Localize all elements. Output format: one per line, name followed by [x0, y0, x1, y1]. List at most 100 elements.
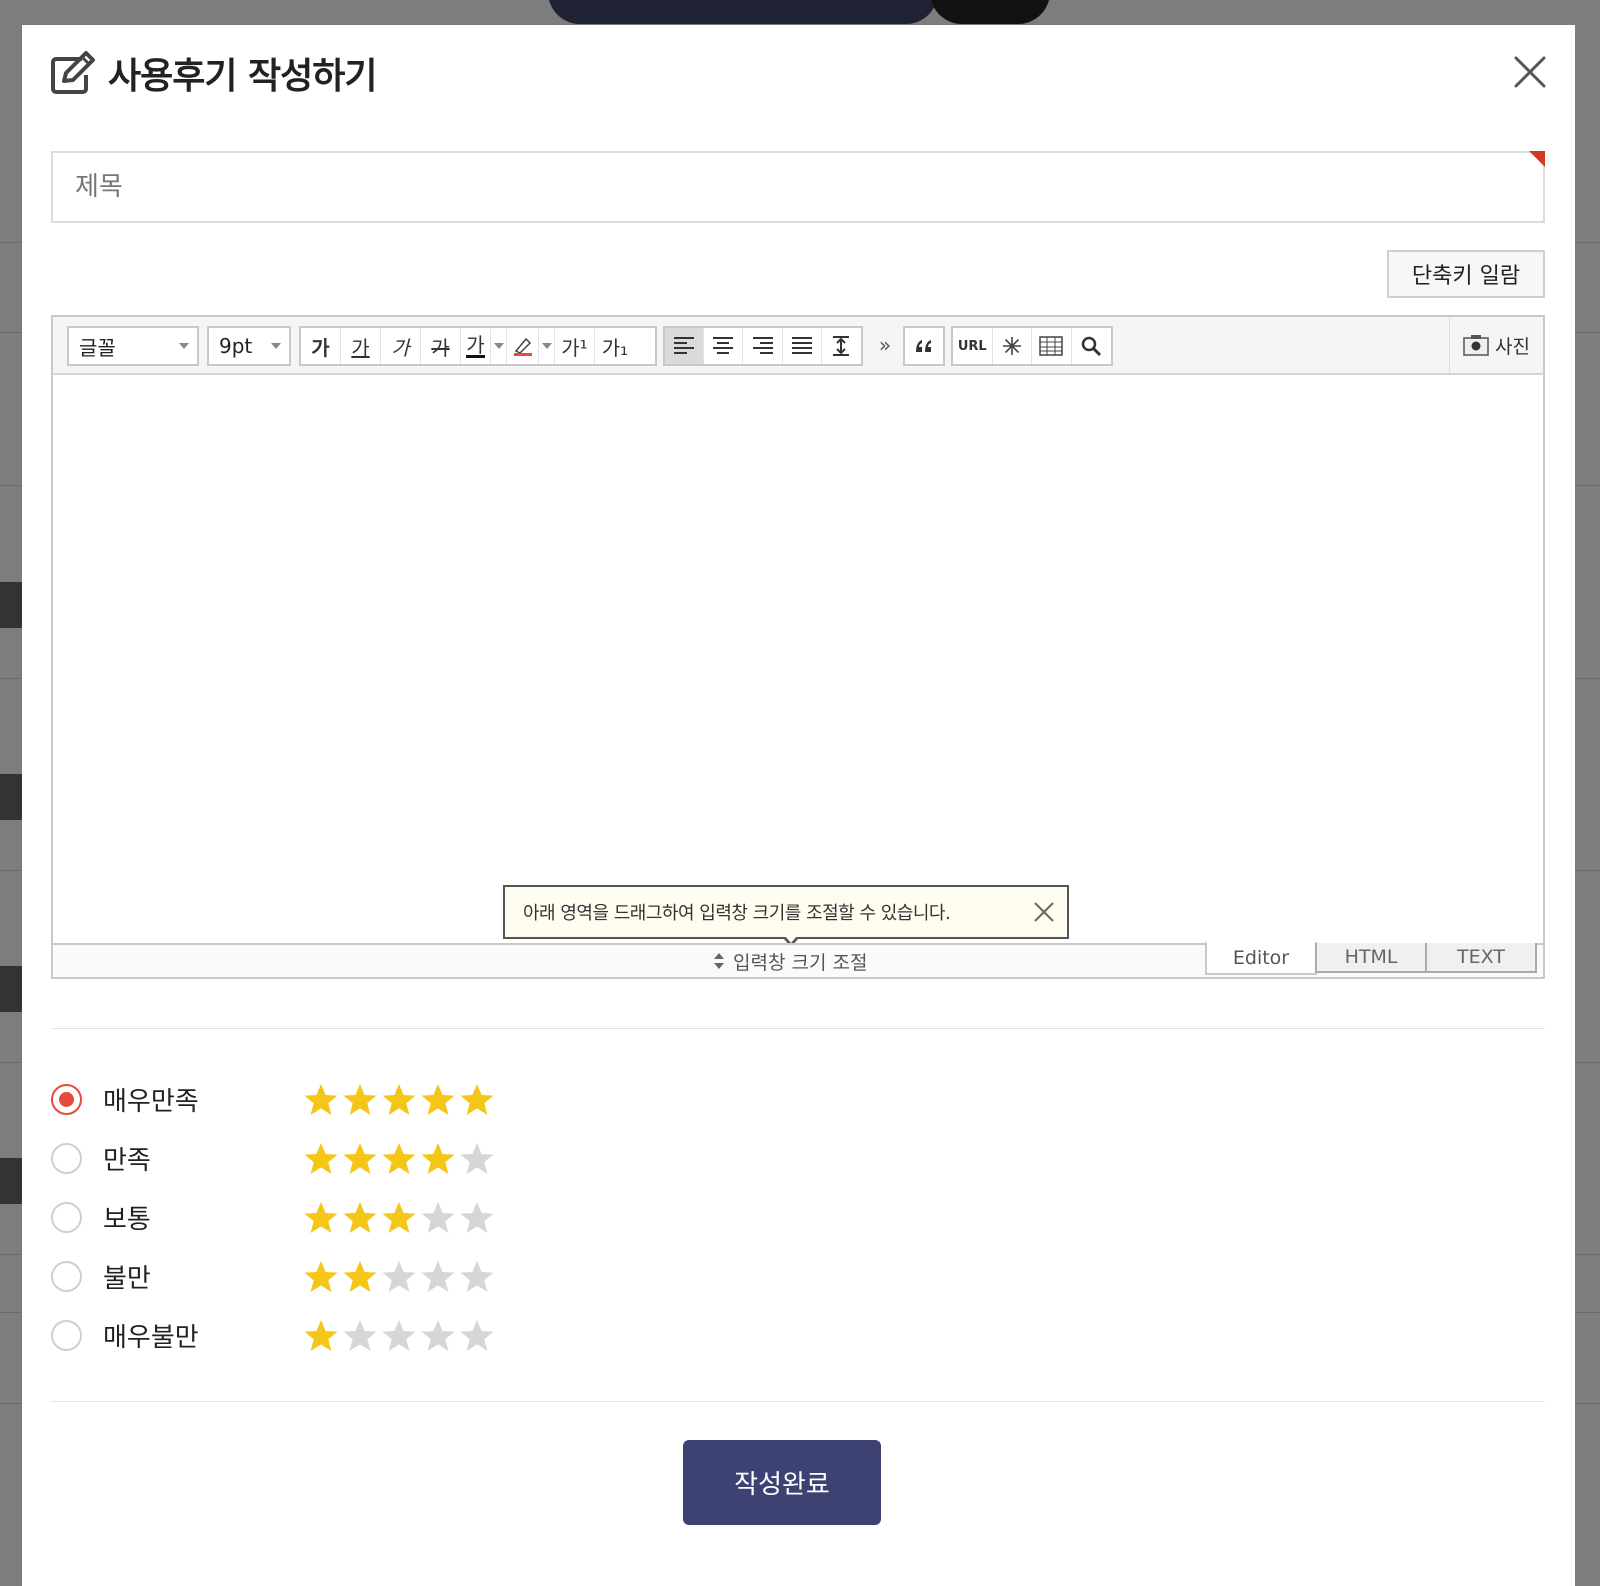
table-icon: [1039, 336, 1063, 356]
align-right-button[interactable]: [743, 328, 783, 364]
align-left-icon: [674, 337, 695, 354]
subscript-button[interactable]: 가₁: [595, 328, 635, 364]
modal-title: 사용후기 작성하기: [108, 56, 377, 97]
align-right-icon: [752, 337, 773, 354]
star-filled-icon: [460, 1083, 494, 1115]
resize-handle[interactable]: 입력창 크기 조절: [713, 947, 867, 975]
editor-mode-tabs: Editor HTML TEXT: [1205, 941, 1537, 977]
close-icon[interactable]: [1513, 55, 1547, 89]
star-empty-icon: [421, 1260, 455, 1292]
align-left-button[interactable]: [665, 328, 705, 364]
rating-label: 불만: [103, 1264, 151, 1294]
star-filled-icon: [304, 1142, 338, 1174]
search-icon: [1081, 336, 1102, 357]
special-char-button[interactable]: [993, 328, 1032, 364]
insert-group: URL: [951, 326, 1113, 366]
star-filled-icon: [304, 1083, 338, 1115]
modal-header: 사용후기 작성하기: [50, 49, 377, 97]
background-tab-pill-dark: [930, 0, 1050, 24]
tab-text[interactable]: TEXT: [1425, 943, 1537, 973]
align-center-icon: [713, 337, 734, 354]
photo-label: 사진: [1495, 335, 1530, 358]
star-empty-icon: [421, 1319, 455, 1351]
rating-label: 매우불만: [103, 1323, 199, 1353]
link-button[interactable]: URL: [953, 328, 993, 364]
star-rating: [303, 1082, 495, 1118]
star-empty-icon: [460, 1142, 494, 1174]
resize-tooltip: 아래 영역을 드래그하여 입력창 크기를 조절할 수 있습니다.: [503, 885, 1069, 947]
font-family-value: 글꼴: [79, 335, 116, 360]
rating-option[interactable]: 만족: [51, 1129, 495, 1188]
submit-button[interactable]: 작성완료: [683, 1440, 881, 1525]
star-filled-icon: [343, 1142, 377, 1174]
star-empty-icon: [460, 1201, 494, 1233]
section-divider: [51, 1401, 1545, 1402]
star-rating: [303, 1259, 495, 1295]
star-filled-icon: [304, 1319, 338, 1351]
underline-glyph: 가: [351, 335, 370, 360]
rating-label: 매우만족: [103, 1087, 199, 1117]
star-empty-icon: [382, 1260, 416, 1292]
required-marker: [1529, 151, 1545, 167]
rating-option[interactable]: 보통: [51, 1188, 495, 1247]
tab-editor[interactable]: Editor: [1205, 941, 1317, 975]
rating-options: 매우만족 만족 보통 불만 매우불만: [51, 1070, 495, 1365]
line-height-button[interactable]: [822, 328, 861, 364]
italic-button[interactable]: 가: [381, 328, 421, 364]
url-glyph: URL: [957, 338, 987, 354]
highlight-dropdown[interactable]: [539, 328, 555, 364]
photo-upload-button[interactable]: 사진: [1449, 317, 1543, 373]
quote-button[interactable]: [905, 328, 943, 364]
close-icon[interactable]: [1033, 901, 1055, 923]
line-height-icon: [833, 336, 850, 356]
star-filled-icon: [304, 1260, 338, 1292]
font-size-select[interactable]: 9pt: [207, 326, 291, 366]
rating-radio[interactable]: [51, 1261, 82, 1292]
editor-toolbar: 글꼴 9pt 가 가 가 가 가 가¹ 가₁ » URL 사진: [53, 317, 1543, 375]
align-center-button[interactable]: [704, 328, 744, 364]
highlighter-icon: [513, 337, 532, 356]
star-filled-icon: [343, 1260, 377, 1292]
highlight-button[interactable]: [507, 328, 539, 364]
font-color-dropdown[interactable]: [491, 328, 507, 364]
rating-option[interactable]: 매우불만: [51, 1306, 495, 1365]
tab-html[interactable]: HTML: [1315, 943, 1427, 973]
font-color-button[interactable]: 가: [461, 328, 491, 364]
background-block: [0, 1158, 22, 1204]
superscript-glyph: 가¹: [561, 335, 588, 360]
font-color-glyph: 가: [466, 332, 485, 358]
font-family-select[interactable]: 글꼴: [67, 326, 199, 366]
background-block: [0, 774, 22, 820]
bold-button[interactable]: 가: [301, 328, 341, 364]
star-filled-icon: [421, 1142, 455, 1174]
chevron-down-icon: [541, 343, 552, 349]
shortcut-list-button[interactable]: 단축키 일람: [1387, 250, 1545, 298]
star-empty-icon: [460, 1260, 494, 1292]
rating-option[interactable]: 불만: [51, 1247, 495, 1306]
star-rating: [303, 1141, 495, 1177]
rating-radio[interactable]: [51, 1084, 82, 1115]
subject-field-wrapper: [51, 151, 1545, 223]
quote-icon: [916, 340, 931, 352]
subscript-glyph: 가₁: [601, 335, 629, 360]
more-tools-button[interactable]: »: [871, 331, 899, 359]
rating-radio[interactable]: [51, 1202, 82, 1233]
background-tab-pill: [548, 0, 938, 24]
rating-radio[interactable]: [51, 1143, 82, 1174]
align-justify-button[interactable]: [783, 328, 822, 364]
rating-option[interactable]: 매우만족: [51, 1070, 495, 1129]
superscript-button[interactable]: 가¹: [555, 328, 595, 364]
strikethrough-button[interactable]: 가: [421, 328, 461, 364]
align-justify-icon: [791, 337, 812, 354]
find-button[interactable]: [1072, 328, 1111, 364]
editor-content-area[interactable]: 아래 영역을 드래그하여 입력창 크기를 조절할 수 있습니다.: [53, 375, 1543, 947]
rich-text-editor: 글꼴 9pt 가 가 가 가 가 가¹ 가₁ » URL 사진 아래 영역을 드…: [51, 315, 1545, 979]
table-button[interactable]: [1032, 328, 1072, 364]
star-filled-icon: [382, 1083, 416, 1115]
star-filled-icon: [382, 1142, 416, 1174]
star-filled-icon: [382, 1201, 416, 1233]
subject-input[interactable]: [53, 153, 1543, 221]
underline-button[interactable]: 가: [341, 328, 381, 364]
rating-radio[interactable]: [51, 1320, 82, 1351]
rating-label: 만족: [103, 1146, 151, 1176]
